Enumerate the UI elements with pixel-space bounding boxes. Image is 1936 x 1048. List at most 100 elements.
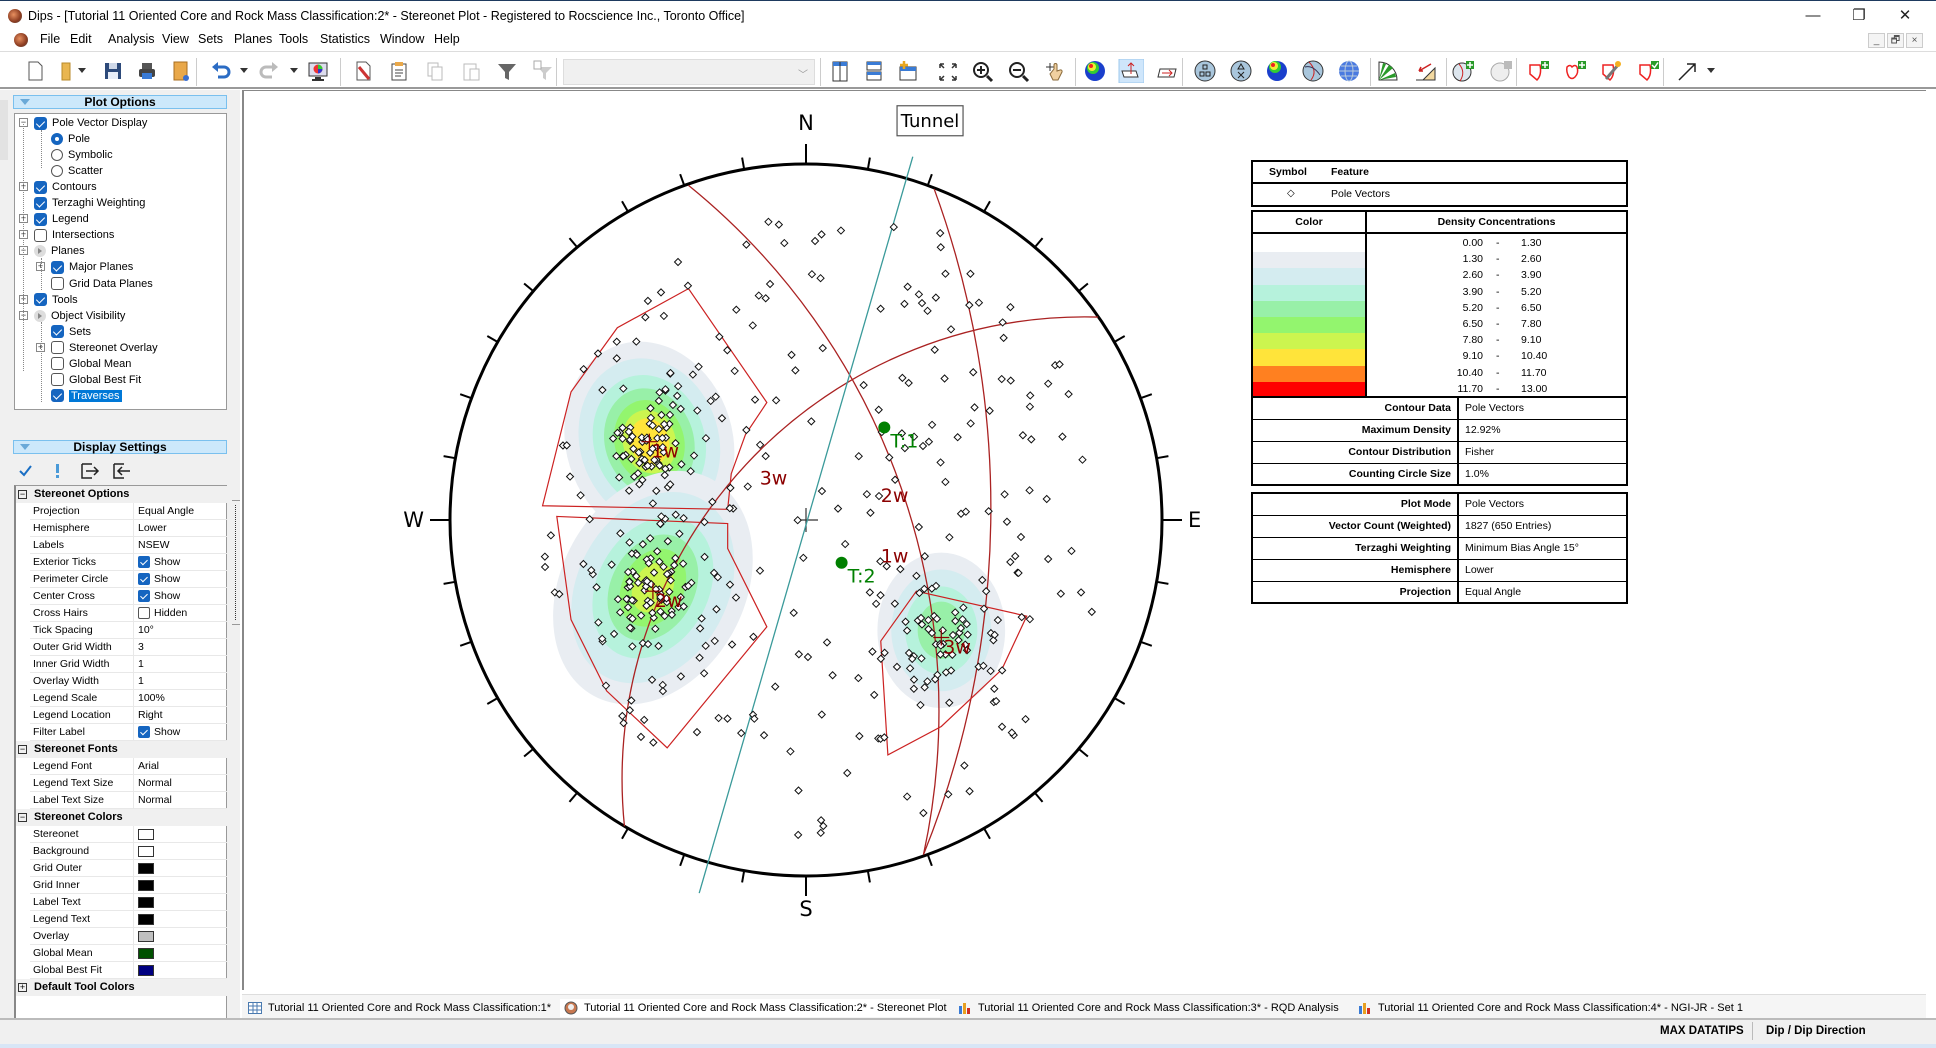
property-row[interactable]: Projection Equal Angle <box>30 503 227 520</box>
property-row[interactable]: Tick Spacing 10° <box>30 622 227 639</box>
tree-item-intersections[interactable]: Intersections <box>34 227 114 243</box>
dropdown-arrow-icon[interactable] <box>1707 68 1715 73</box>
dropdown-arrow-icon[interactable] <box>240 68 248 73</box>
color-swatch[interactable] <box>138 879 154 891</box>
checkbox[interactable] <box>138 573 150 585</box>
checkbox[interactable] <box>138 590 150 602</box>
checkbox[interactable] <box>138 607 150 619</box>
edit-set-window-icon[interactable] <box>1635 59 1661 83</box>
redo-icon[interactable] <box>256 59 282 83</box>
property-row[interactable]: Overlay Width 1 <box>30 673 227 690</box>
collapse-toggle[interactable]: − <box>18 490 27 499</box>
color-swatch[interactable] <box>138 845 154 857</box>
tree-item-object-visibility[interactable]: Object Visibility <box>34 308 125 324</box>
property-row[interactable]: Labels NSEW <box>30 537 227 554</box>
plane-plot-icon[interactable] <box>1154 59 1180 83</box>
property-row[interactable]: Background <box>30 843 227 860</box>
radio-button[interactable] <box>51 133 63 146</box>
menu-analysis[interactable]: Analysis <box>106 32 157 46</box>
tree-item-sets[interactable]: Sets <box>51 324 91 340</box>
color-swatch[interactable] <box>138 964 154 976</box>
mdi-minimize-button[interactable]: _ <box>1868 33 1885 48</box>
checkbox[interactable] <box>138 726 150 738</box>
checkbox[interactable] <box>34 116 47 130</box>
rose-diagram-icon[interactable] <box>1375 59 1401 83</box>
zoom-in-icon[interactable] <box>970 59 996 83</box>
status-convention[interactable]: Dip / Dip Direction <box>1766 1025 1866 1037</box>
property-row[interactable]: Cross Hairs Hidden <box>30 605 227 622</box>
export-icon[interactable] <box>81 463 100 479</box>
symbolic-plot-icon[interactable] <box>1192 59 1218 83</box>
auto-set-window-icon[interactable] <box>1598 59 1624 83</box>
grid-sphere-icon[interactable] <box>1336 59 1362 83</box>
property-value[interactable]: Normal <box>133 775 227 791</box>
tab-1[interactable]: Tutorial 11 Oriented Core and Rock Mass … <box>244 999 551 1017</box>
menu-file[interactable]: File <box>38 32 62 46</box>
property-value[interactable]: Show <box>133 554 227 570</box>
property-value[interactable] <box>133 945 227 961</box>
property-value[interactable]: Hidden <box>133 605 227 621</box>
checkbox[interactable] <box>51 373 64 387</box>
property-value[interactable]: Equal Angle <box>133 503 227 519</box>
apply-check-icon[interactable] <box>19 465 32 477</box>
expand-toggle[interactable]: + <box>18 983 27 992</box>
menu-tools[interactable]: Tools <box>277 32 310 46</box>
color-swatch[interactable] <box>138 913 154 925</box>
category-default-tool-colors[interactable]: + Default Tool Colors <box>16 979 227 996</box>
menu-help[interactable]: Help <box>432 32 462 46</box>
radio-button[interactable] <box>51 149 63 162</box>
checkbox[interactable] <box>138 556 150 568</box>
dropdown-arrow-icon[interactable] <box>290 68 298 73</box>
property-value[interactable] <box>133 826 227 842</box>
new-window-icon[interactable] <box>895 59 921 83</box>
tree-item-symbolic[interactable]: Symbolic <box>51 147 113 163</box>
tree-item-legend[interactable]: Legend <box>34 211 89 227</box>
property-value[interactable] <box>133 894 227 910</box>
checkbox[interactable] <box>34 180 47 194</box>
checkbox[interactable] <box>34 212 47 226</box>
menu-sets[interactable]: Sets <box>196 32 225 46</box>
checkbox[interactable] <box>51 357 64 371</box>
filter-icon[interactable] <box>494 59 520 83</box>
add-curved-window-icon[interactable] <box>1562 59 1588 83</box>
checkbox[interactable] <box>34 228 47 242</box>
restore-button[interactable]: ❐ <box>1836 5 1882 27</box>
plane-2w[interactable] <box>922 188 992 855</box>
color-swatch[interactable] <box>138 828 154 840</box>
add-set-window-icon[interactable] <box>1525 59 1551 83</box>
close-button[interactable]: ✕ <box>1882 5 1928 27</box>
scatter-plot-icon[interactable] <box>1228 59 1254 83</box>
tree-item-major-planes[interactable]: Major Planes <box>51 259 133 275</box>
property-value[interactable]: Normal <box>133 792 227 808</box>
tree-item-pole-vector-display[interactable]: Pole Vector Display <box>34 115 147 131</box>
property-row[interactable]: Legend Scale 100% <box>30 690 227 707</box>
property-value[interactable]: NSEW <box>133 537 227 553</box>
property-value[interactable] <box>133 843 227 859</box>
property-row[interactable]: Legend Text <box>30 911 227 928</box>
checkbox[interactable] <box>34 196 47 210</box>
property-row[interactable]: Overlay <box>30 928 227 945</box>
property-value[interactable] <box>133 860 227 876</box>
menu-edit[interactable]: Edit <box>68 32 94 46</box>
plot-options-header[interactable]: Plot Options <box>13 95 227 109</box>
property-row[interactable]: Legend Location Right <box>30 707 227 724</box>
category-stereonet-options[interactable]: − Stereonet Options <box>16 486 227 503</box>
tree-item-scatter[interactable]: Scatter <box>51 163 103 179</box>
property-row[interactable]: Center Cross Show <box>30 588 227 605</box>
tab-2[interactable]: Tutorial 11 Oriented Core and Rock Mass … <box>560 999 947 1017</box>
property-row[interactable]: Label Text <box>30 894 227 911</box>
property-row[interactable]: Legend Text Size Normal <box>30 775 227 792</box>
property-row[interactable]: Hemisphere Lower <box>30 520 227 537</box>
traverse-point[interactable] <box>835 556 848 569</box>
color-swatch[interactable] <box>138 896 154 908</box>
undo-icon[interactable] <box>208 59 234 83</box>
warning-icon[interactable] <box>56 464 59 478</box>
copy-icon[interactable] <box>422 59 448 83</box>
checkbox[interactable] <box>51 260 64 274</box>
tree-item-terzaghi-weighting[interactable]: Terzaghi Weighting <box>34 195 145 211</box>
property-value[interactable] <box>133 928 227 944</box>
checkbox[interactable] <box>51 389 64 403</box>
property-value[interactable]: 10° <box>133 622 227 638</box>
edit-tool-icon[interactable] <box>350 59 376 83</box>
paste-icon[interactable] <box>458 59 484 83</box>
